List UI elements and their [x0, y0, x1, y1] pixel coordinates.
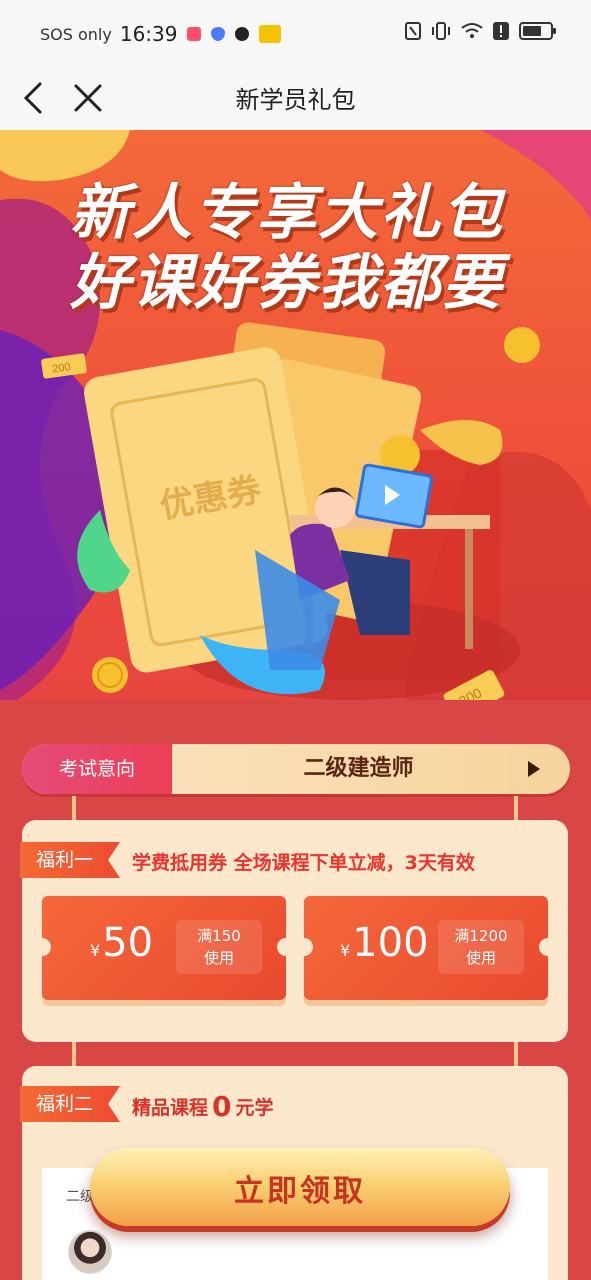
benefit-tag: 福利二	[20, 1086, 120, 1122]
exam-intent-value: 二级建造师	[303, 756, 414, 781]
coupon-value: 50	[102, 920, 154, 966]
claim-button-label: 立即领取	[234, 1174, 366, 1209]
coupon-amount: ¥100	[340, 920, 429, 966]
vibrate-icon	[432, 22, 450, 40]
page-title: 新学员礼包	[235, 86, 356, 114]
benefit-tag: 福利一	[20, 842, 120, 878]
benefit-prefix: 精品课程	[132, 1097, 209, 1119]
coupon-condition-line1: 满1200	[454, 927, 508, 945]
battery-icon	[519, 22, 556, 40]
coupon-condition-line2: 使用	[465, 949, 496, 967]
benefit-suffix: 元学	[235, 1097, 274, 1119]
clock: 16:39	[119, 22, 178, 46]
coupon-condition: 满150 使用	[176, 920, 262, 974]
avatar	[68, 1230, 112, 1274]
coupon-100[interactable]: ¥100 满1200 使用	[295, 896, 557, 1000]
nfc-icon	[405, 22, 421, 40]
benefit-description: 精品课程 0 元学	[132, 1090, 274, 1123]
alert-icon	[493, 22, 509, 40]
carrier-text: SOS only	[40, 24, 112, 44]
currency-symbol: ¥	[340, 941, 351, 960]
ticket-value: 200	[52, 361, 72, 375]
exam-intent-selector[interactable]: 考试意向 二级建造师	[22, 744, 570, 794]
hero-title: 新人专享大礼包 好课好券我都要	[70, 178, 504, 318]
coupon-amount: ¥50	[90, 920, 153, 966]
benefits-section: 考试意向 二级建造师 福利一 学费抵用券 全场课程下单立减，3天有效 ¥50 满…	[0, 700, 591, 1280]
currency-symbol: ¥	[90, 941, 101, 960]
triangle-right-icon	[528, 761, 540, 777]
benefit-card-1: 福利一 学费抵用券 全场课程下单立减，3天有效 ¥50 满150 使用 ¥100…	[20, 820, 568, 1042]
hero-banner: 200 200 优惠券 新人专享大礼包 好课好券我都要	[0, 130, 591, 720]
benefit-zero: 0	[212, 1090, 232, 1123]
wifi-icon	[461, 23, 483, 38]
shield-icon	[211, 27, 226, 41]
coupon-condition-line2: 使用	[203, 949, 234, 967]
hero-title-line2: 好课好券我都要	[70, 248, 504, 318]
coupon-value: 100	[352, 920, 429, 966]
app-notification-icon	[187, 27, 202, 41]
coupon-50[interactable]: ¥50 满150 使用	[33, 896, 295, 1000]
status-bar: SOS only 16:39	[0, 0, 591, 66]
claim-button[interactable]: 立即领取	[90, 1148, 510, 1226]
benefit-description: 学费抵用券 全场课程下单立减，3天有效	[132, 852, 475, 874]
vpn-icon	[235, 27, 250, 41]
coupon-condition: 满1200 使用	[438, 920, 524, 974]
hero-title-line1: 新人专享大礼包	[70, 178, 504, 248]
app-face-icon	[259, 25, 282, 43]
coupon-condition-line1: 满150	[197, 927, 241, 945]
exam-intent-label: 考试意向	[22, 744, 172, 794]
nav-bar: 新学员礼包	[0, 66, 591, 130]
